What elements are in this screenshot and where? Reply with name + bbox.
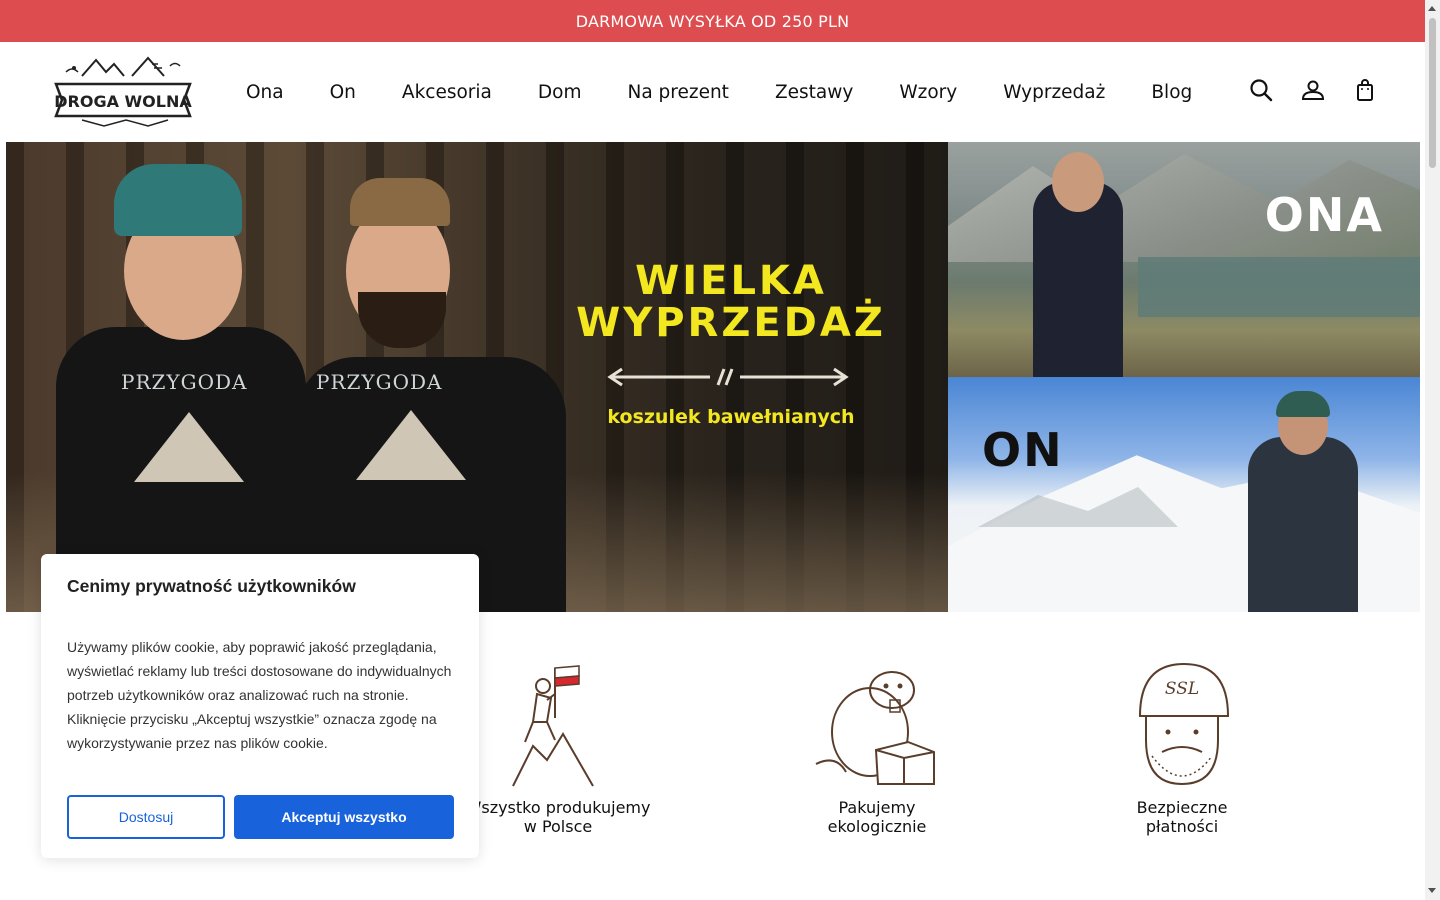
category-tile-on[interactable]: ON xyxy=(948,377,1420,612)
helmet-text: SSL xyxy=(1165,679,1199,699)
nav-item-ona[interactable]: Ona xyxy=(246,82,284,103)
logo-text: DROGA WOLNA xyxy=(54,92,192,111)
mountain-lake xyxy=(1138,257,1420,317)
scrollbar-thumb[interactable] xyxy=(1429,18,1436,168)
scroll-up-arrow-icon[interactable] xyxy=(1428,6,1436,11)
promo-bar: DARMOWA WYSYŁKA OD 250 PLN xyxy=(0,0,1425,42)
woman-shirt-tent xyxy=(134,412,244,482)
feature-label: Bezpieczne płatności xyxy=(1072,798,1292,836)
tile-label-ona: ONA xyxy=(1264,188,1384,242)
man-shirt-tent xyxy=(356,410,466,480)
account-icon[interactable] xyxy=(1301,78,1325,102)
nav-item-na-prezent[interactable]: Na prezent xyxy=(627,82,728,103)
logo[interactable]: DROGA WOLNA xyxy=(52,54,194,130)
feature-label-line2: w Polsce xyxy=(523,817,593,836)
scroll-down-arrow-icon[interactable] xyxy=(1428,888,1436,893)
nav-item-wzory[interactable]: Wzory xyxy=(899,82,957,103)
man-cap xyxy=(350,178,450,226)
nav-item-zestawy[interactable]: Zestawy xyxy=(775,82,853,103)
search-icon[interactable] xyxy=(1249,78,1273,102)
feature-eco-packaging: Pakujemy ekologicznie xyxy=(767,660,987,836)
feature-label: Wszystko produkujemy w Polsce xyxy=(448,798,668,836)
promo-text: DARMOWA WYSYŁKA OD 250 PLN xyxy=(575,11,850,31)
woman-beanie xyxy=(114,164,242,236)
cookie-title: Cenimy prywatność użytkowników xyxy=(67,576,356,596)
category-tile-ona[interactable]: ONA xyxy=(948,142,1420,377)
cart-icon[interactable] xyxy=(1353,78,1377,102)
hero-banner: PRZYGODA PRZYGODA WIELKA WYPRZEDAŻ koszu… xyxy=(6,142,1420,612)
feature-made-in-poland: Wszystko produkujemy w Polsce xyxy=(448,660,668,836)
site-header: DROGA WOLNA Ona On Akcesoria Dom Na prez… xyxy=(0,42,1425,142)
double-arrow-icon xyxy=(607,367,849,387)
main-nav: Ona On Akcesoria Dom Na prezent Zestawy … xyxy=(246,42,1192,142)
man-shirt-print: PRZYGODA xyxy=(316,370,443,394)
accept-all-button[interactable]: Akceptuj wszystko xyxy=(234,795,454,839)
header-actions xyxy=(1249,78,1377,102)
hero-sale-banner[interactable]: PRZYGODA PRZYGODA WIELKA WYPRZEDAŻ koszu… xyxy=(6,142,948,612)
feature-label-line1: Wszystko produkujemy xyxy=(465,798,651,817)
customize-button[interactable]: Dostosuj xyxy=(67,795,225,839)
feature-label: Pakujemy ekologicznie xyxy=(767,798,987,836)
nav-item-blog[interactable]: Blog xyxy=(1151,82,1192,103)
woman-model-face xyxy=(1052,152,1104,212)
man-model xyxy=(1248,437,1358,612)
nav-item-dom[interactable]: Dom xyxy=(538,82,582,103)
woman-shirt-print: PRZYGODA xyxy=(121,370,248,394)
sale-headline: WIELKA WYPRZEDAŻ xyxy=(571,260,891,344)
ssl-helmet-icon: SSL xyxy=(1138,662,1230,786)
sale-headline-line1: WIELKA xyxy=(635,258,827,304)
man-model-beanie xyxy=(1276,391,1330,417)
nav-item-akcesoria[interactable]: Akcesoria xyxy=(402,82,492,103)
feature-secure-payments: SSL Bezpieczne płatności xyxy=(1072,660,1292,836)
feature-label-line2: ekologicznie xyxy=(827,817,927,836)
sale-headline-line2: WYPRZEDAŻ xyxy=(576,300,886,346)
logo-graphic: DROGA WOLNA xyxy=(54,56,192,127)
tile-label-on: ON xyxy=(982,423,1064,477)
feature-label-line2: płatności xyxy=(1145,817,1219,836)
cookie-description: Używamy plików cookie, aby poprawić jako… xyxy=(67,639,452,751)
cookie-actions: Dostosuj Akceptuj wszystko xyxy=(67,795,454,839)
feature-label-line1: Pakujemy xyxy=(838,798,916,817)
feature-label-line1: Bezpieczne xyxy=(1136,798,1228,817)
cookie-consent-dialog: Cenimy prywatność użytkowników Używamy p… xyxy=(41,554,479,858)
beaver-box-icon xyxy=(815,671,935,785)
sale-subtitle: koszulek bawełnianych xyxy=(607,406,855,428)
climber-flag-icon xyxy=(512,665,594,787)
nav-item-on[interactable]: On xyxy=(330,82,356,103)
nav-item-wyprzedaz[interactable]: Wyprzedaż xyxy=(1003,82,1105,103)
page-scrollbar[interactable] xyxy=(1425,0,1440,900)
